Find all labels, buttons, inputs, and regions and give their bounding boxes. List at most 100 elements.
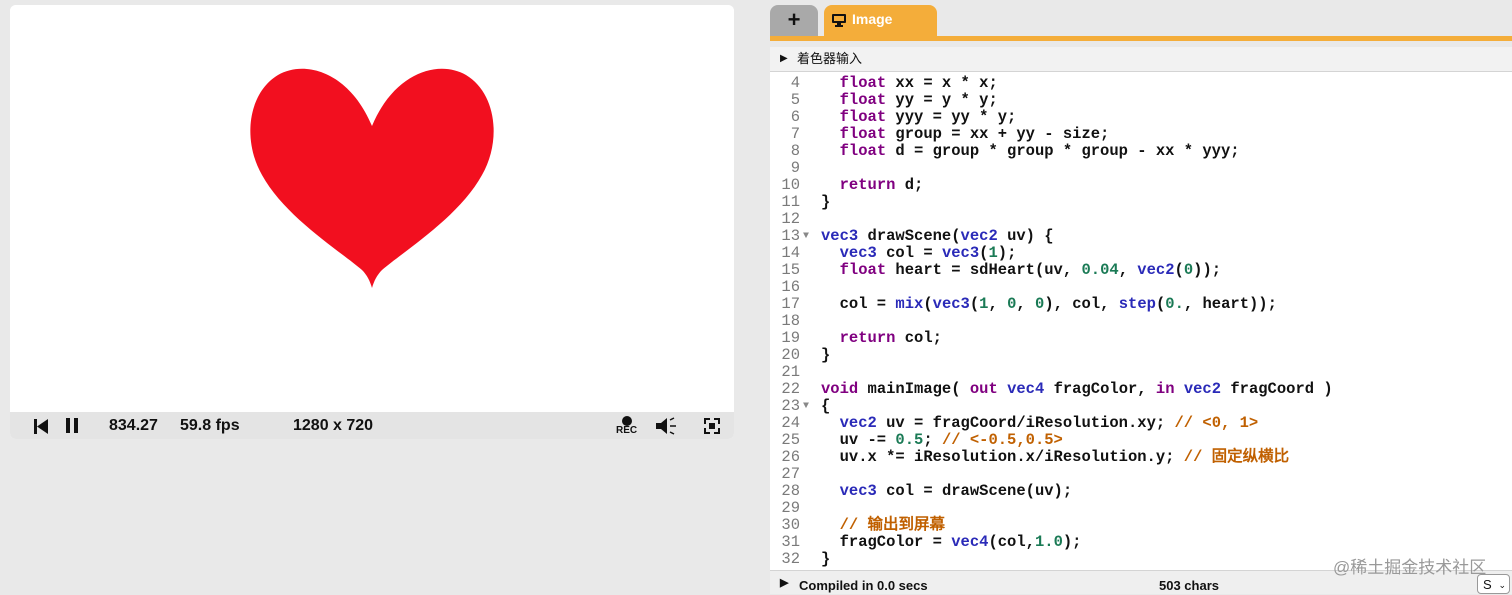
line-number: 21: [781, 363, 800, 381]
code-token: 0: [1007, 295, 1017, 313]
code-text: uv -= 0.5; // <-0.5,0.5>: [821, 432, 1063, 449]
code-line[interactable]: 22 void mainImage( out vec4 fragColor, in…: [770, 381, 1512, 398]
pause-icon[interactable]: [66, 418, 79, 434]
heart-shape: [250, 68, 494, 289]
code-line[interactable]: 7 float group = xx + yy - size;: [770, 126, 1512, 143]
compile-status: Compiled in 0.0 secs: [799, 578, 928, 593]
code-line[interactable]: 28 vec3 col = drawScene(uv);: [770, 483, 1512, 500]
code-token: 0: [1035, 295, 1045, 313]
code-token: vec3: [932, 295, 970, 313]
heart-path: [250, 68, 494, 289]
code-line[interactable]: 25 uv -= 0.5; // <-0.5,0.5>: [770, 432, 1512, 449]
fold-arrow-icon[interactable]: ▼: [803, 398, 809, 415]
code-token: drawScene(: [858, 227, 961, 245]
code-token: 0.5: [895, 431, 924, 449]
line-number: 31: [781, 533, 800, 551]
code-line[interactable]: 14 vec3 col = vec3(1);: [770, 245, 1512, 262]
code-line[interactable]: 8 float d = group * group * group - xx *…: [770, 143, 1512, 160]
expand-arrow-icon[interactable]: ▶: [780, 47, 788, 71]
code-token: vec4: [1007, 380, 1045, 398]
code-text: vec2 uv = fragCoord/iResolution.xy; // <…: [821, 415, 1259, 432]
fullscreen-icon[interactable]: [704, 418, 720, 434]
skip-back-icon[interactable]: [34, 419, 48, 435]
fold-arrow-icon[interactable]: ▼: [803, 228, 809, 245]
code-line[interactable]: 4 float xx = x * x;: [770, 75, 1512, 92]
chevron-down-icon: ⌄: [1498, 580, 1506, 590]
tab-image[interactable]: Image: [824, 5, 937, 39]
code-token: heart = sdHeart(uv,: [886, 261, 1082, 279]
line-number: 22: [781, 380, 800, 398]
compile-arrow-icon[interactable]: ▶: [780, 576, 788, 589]
code-token: out: [969, 380, 998, 398]
code-line[interactable]: 13 ▼ vec3 drawScene(vec2 uv) {: [770, 228, 1512, 245]
code-token: float: [839, 125, 887, 143]
monitor-icon: [832, 14, 846, 27]
code-line[interactable]: 16: [770, 279, 1512, 296]
code-line[interactable]: 11}: [770, 194, 1512, 211]
code-token: yyy = yy * y;: [886, 108, 1017, 126]
code-token: float: [839, 91, 887, 109]
code-area[interactable]: 4 float xx = x * x; 5 float yy = y * y; 6 …: [770, 73, 1512, 569]
code-token: uv -=: [821, 431, 896, 449]
code-line[interactable]: 29: [770, 500, 1512, 517]
code-editor: ▶ 着色器输入 4 float xx = x * x; 5 float yy = …: [770, 47, 1512, 593]
code-line[interactable]: 27: [770, 466, 1512, 483]
code-token: (: [1174, 261, 1184, 279]
code-token: vec2: [1183, 380, 1222, 398]
code-line[interactable]: 10 return d;: [770, 177, 1512, 194]
line-number: 17: [781, 295, 800, 313]
code-text: }: [821, 347, 830, 364]
code-token: d;: [895, 176, 924, 194]
code-token: uv) {: [997, 227, 1054, 245]
code-token: ,: [1016, 295, 1036, 313]
code-line[interactable]: 24 vec2 uv = fragCoord/iResolution.xy; /…: [770, 415, 1512, 432]
add-tab-button[interactable]: +: [770, 5, 818, 37]
code-token: vec2: [1137, 261, 1175, 279]
code-text: vec3 drawScene(vec2 uv) {: [821, 228, 1054, 245]
code-line[interactable]: 12: [770, 211, 1512, 228]
line-number: 10: [781, 176, 800, 194]
code-token: ,: [988, 295, 1008, 313]
code-token: // 输出到屏幕: [839, 516, 946, 534]
code-text: float xx = x * x;: [821, 75, 998, 92]
code-token: ));: [1193, 261, 1222, 279]
code-token: col;: [895, 329, 942, 347]
line-number: 14: [781, 244, 800, 262]
code-line[interactable]: 31 fragColor = vec4(col,1.0);: [770, 534, 1512, 551]
code-line[interactable]: 5 float yy = y * y;: [770, 92, 1512, 109]
code-line[interactable]: 15 float heart = sdHeart(uv, 0.04, vec2(…: [770, 262, 1512, 279]
code-line[interactable]: 20}: [770, 347, 1512, 364]
code-token: vec2: [960, 227, 998, 245]
code-line[interactable]: 23 ▼ {: [770, 398, 1512, 415]
code-line[interactable]: 9: [770, 160, 1512, 177]
line-number: 28: [781, 482, 800, 500]
line-number: 26: [781, 448, 800, 466]
code-token: 0: [1183, 261, 1194, 279]
record-button[interactable]: REC: [614, 414, 640, 438]
code-token: // <-0.5,0.5>: [941, 431, 1063, 449]
code-line[interactable]: 6 float yyy = yy * y;: [770, 109, 1512, 126]
shader-inputs-header[interactable]: ▶ 着色器输入: [770, 47, 1512, 72]
code-line[interactable]: 17 col = mix(vec3(1, 0, 0), col, step(0.…: [770, 296, 1512, 313]
line-number: 9: [790, 159, 800, 177]
code-line[interactable]: 19 return col;: [770, 330, 1512, 347]
code-token: 1: [988, 244, 998, 262]
tab-image-label: Image: [852, 11, 893, 27]
code-line[interactable]: 26 uv.x *= iResolution.x/iResolution.y; …: [770, 449, 1512, 466]
shader-inputs-title: 着色器输入: [797, 51, 863, 66]
time-display: 834.27: [109, 417, 158, 434]
line-number: 13: [781, 227, 800, 245]
code-line[interactable]: 18: [770, 313, 1512, 330]
code-text: void mainImage( out vec4 fragColor, in v…: [821, 381, 1333, 398]
code-token: (: [969, 295, 980, 313]
code-token: return: [839, 329, 896, 347]
render-canvas[interactable]: [10, 5, 734, 412]
code-line[interactable]: 21: [770, 364, 1512, 381]
char-count: 503 chars: [1159, 578, 1219, 593]
code-line[interactable]: 30 // 输出到屏幕: [770, 517, 1512, 534]
line-number: 4: [790, 74, 800, 92]
volume-icon[interactable]: [656, 417, 678, 435]
